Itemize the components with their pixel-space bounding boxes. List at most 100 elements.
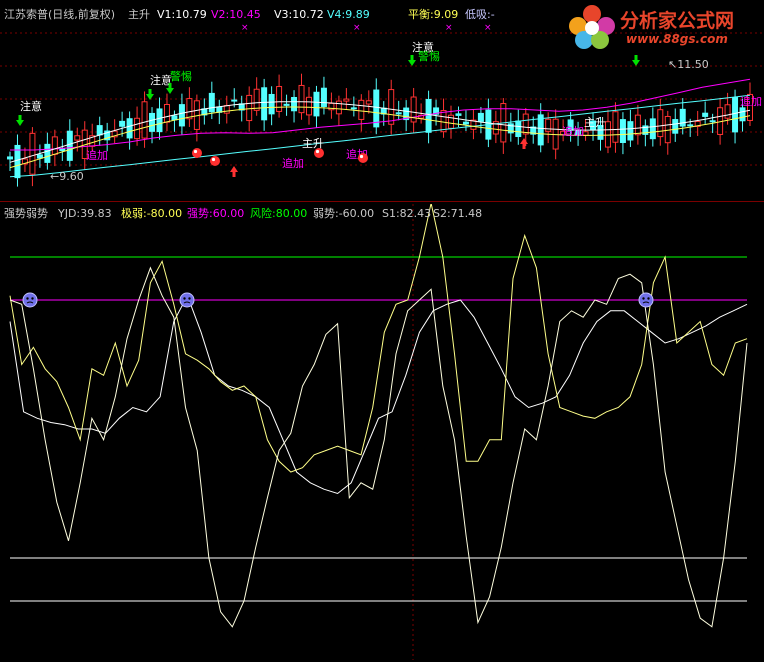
chart-window: 注意 注意 警惕 注意 警惕 追加 追加 追加 追加 追加 主升 主升 ←9.60 ↖11.50 江苏索普…	[0, 0, 764, 662]
stock-title: 江苏索普(日线,前复权)	[4, 8, 116, 21]
up-candle	[440, 110, 447, 133]
down-candle	[425, 98, 432, 133]
up-candle	[604, 121, 611, 148]
up-candle	[74, 135, 81, 141]
ball-highlight	[359, 154, 364, 159]
down-candle	[672, 119, 679, 134]
up-candle	[163, 103, 170, 123]
up-candle	[388, 89, 395, 125]
v3-value: V3:10.72	[274, 8, 324, 21]
down-candle	[171, 115, 178, 121]
down-candle	[515, 120, 522, 138]
down-candle	[619, 119, 626, 143]
yjd-value: YJD:39.83	[58, 207, 112, 220]
down-candle	[231, 99, 238, 102]
sell-arrow-icon	[230, 166, 238, 177]
add-label: 追加	[86, 148, 108, 162]
high-price-label: ↖11.50	[668, 58, 709, 71]
up-candle	[253, 88, 260, 111]
main-rise-label: 主升	[584, 116, 606, 129]
strong-value: 强势:60.00	[187, 207, 245, 220]
down-candle	[395, 112, 402, 115]
down-candle	[149, 112, 156, 132]
face-eye	[26, 297, 29, 300]
face-marker-icon	[179, 292, 195, 308]
down-candle	[455, 113, 462, 116]
up-candle	[134, 117, 141, 140]
down-candle	[126, 118, 133, 139]
down-candle	[687, 124, 694, 127]
flower-logo-icon	[569, 5, 615, 49]
buy-arrow-icon	[632, 55, 640, 66]
signal-ball-icon	[210, 156, 220, 166]
down-candle	[702, 112, 709, 117]
buy-arrow-icon	[146, 89, 154, 100]
face-marker-icon	[22, 292, 38, 308]
add-label: 追加	[562, 124, 584, 138]
logo-title: 分析家公式网	[620, 10, 735, 32]
down-candle	[36, 154, 43, 159]
v2-value: V2:10.45	[211, 8, 261, 21]
v4-value: V4:9.89	[327, 8, 370, 21]
down-candle	[373, 89, 380, 128]
x-mark: ×	[445, 23, 453, 33]
down-candle	[732, 97, 739, 133]
down-candle	[208, 92, 215, 113]
face-marker-icon	[638, 292, 654, 308]
signal-ball-icon	[358, 153, 368, 163]
up-candle	[29, 132, 36, 175]
down-candle	[462, 121, 469, 125]
signal-ball-icon	[314, 148, 324, 158]
down-candle	[119, 120, 126, 127]
x-mark: ×	[353, 23, 361, 33]
up-candle	[358, 99, 365, 120]
up-candle	[246, 94, 253, 122]
up-candle	[522, 113, 529, 135]
buy-arrow-icon	[408, 55, 416, 66]
down-candle	[709, 120, 716, 123]
main-rise-label: 主升	[302, 137, 324, 150]
up-candle	[51, 136, 58, 155]
up-candle	[343, 98, 350, 102]
up-candle	[223, 105, 230, 114]
up-candle	[298, 84, 305, 114]
up-candle	[724, 104, 731, 119]
down-candle	[268, 93, 275, 115]
ball-highlight	[315, 149, 320, 154]
face-eye	[183, 297, 186, 300]
strength-panel[interactable]	[0, 204, 764, 660]
alert-label: 警惕	[170, 69, 192, 83]
face-eye	[31, 297, 34, 300]
up-candle	[612, 111, 619, 143]
balance-value: 平衡:9.09	[408, 8, 459, 21]
risk-value: 风险:80.00	[250, 207, 308, 220]
yjd-line	[9, 266, 748, 628]
extreme-weak-value: 极弱:-80.00	[121, 207, 183, 220]
panel-divider	[0, 201, 764, 202]
down-candle	[44, 143, 51, 163]
down-candle	[627, 121, 634, 141]
s1-line	[9, 204, 748, 473]
ball-highlight	[211, 157, 216, 162]
buy-arrow-icon	[16, 115, 24, 126]
down-candle	[313, 91, 320, 117]
up-candle	[305, 96, 312, 116]
site-logo: 分析家公式网 www.88gs.com	[566, 2, 762, 52]
s1-value: S1:82.43	[382, 207, 432, 220]
alert-label: 警惕	[418, 49, 440, 63]
candlestick-series	[7, 73, 753, 187]
s2-value: S2:71.48	[433, 207, 483, 220]
low-price-label: ←9.60	[50, 170, 84, 183]
down-candle	[739, 107, 746, 122]
up-candle	[186, 98, 193, 120]
down-candle	[320, 87, 327, 107]
logo-url: www.88gs.com	[626, 32, 728, 46]
face-eye	[642, 297, 645, 300]
face-eye	[188, 297, 191, 300]
down-candle	[261, 87, 268, 121]
low-absorb-value: 低吸:-	[465, 8, 495, 21]
add-label: 追加	[282, 156, 304, 170]
down-candle	[7, 156, 13, 160]
up-candle	[365, 100, 372, 105]
x-mark: ×	[484, 23, 492, 33]
